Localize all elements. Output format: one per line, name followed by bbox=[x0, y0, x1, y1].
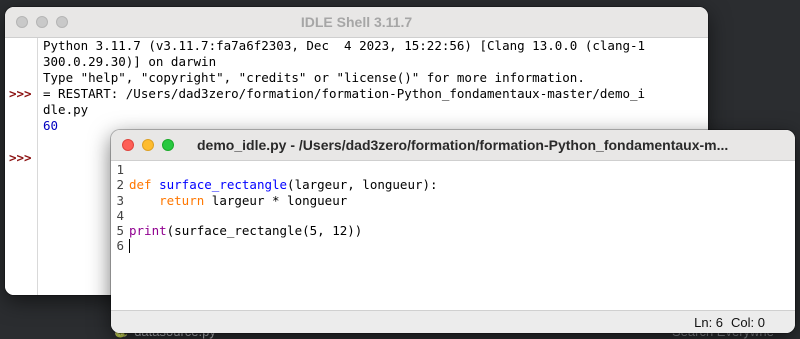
line-number: 3 bbox=[116, 192, 124, 208]
text-cursor bbox=[129, 239, 130, 254]
line-indicator: Ln: 6 bbox=[694, 315, 724, 330]
function-name: surface_rectangle bbox=[159, 177, 288, 193]
line-number: 5 bbox=[116, 223, 124, 239]
line-number: 1 bbox=[116, 162, 124, 177]
print-arguments: (surface_rectangle(5, 12)) bbox=[166, 223, 363, 239]
minimize-button[interactable] bbox=[36, 16, 48, 28]
code-line-3: return largeur * longueur bbox=[129, 193, 438, 208]
shell-line: = RESTART: /Users/dad3zero/formation/for… bbox=[43, 86, 646, 101]
editor-text-area[interactable]: 1 2 3 4 5 6 def surface_rectangle(largeu… bbox=[111, 161, 795, 311]
shell-line: 300.0.29.30)] on darwin bbox=[43, 54, 217, 69]
shell-text: Python 3.11.7 (v3.11.7:fa7a6f2303, Dec 4… bbox=[43, 38, 645, 134]
shell-line: Type "help", "copyright", "credits" or "… bbox=[43, 70, 585, 85]
builtin-print: print bbox=[129, 223, 167, 239]
shell-prompt-gutter: >>> >>> bbox=[5, 38, 38, 295]
shell-prompt: >>> bbox=[9, 150, 32, 165]
shell-window-controls bbox=[16, 16, 68, 28]
function-params: (largeur, longueur): bbox=[287, 177, 438, 193]
column-indicator: Col: 0 bbox=[731, 315, 765, 330]
editor-titlebar[interactable]: demo_idle.py - /Users/dad3zero/formation… bbox=[111, 130, 795, 161]
zoom-button[interactable] bbox=[162, 139, 174, 151]
editor-status-bar: Ln: 6 Col: 0 bbox=[111, 310, 795, 333]
code-content: def surface_rectangle(largeur, longueur)… bbox=[129, 161, 438, 254]
return-expression: largeur * longueur bbox=[204, 192, 348, 208]
keyword-def: def bbox=[129, 177, 152, 193]
code-line-6 bbox=[129, 238, 438, 254]
keyword-return: return bbox=[159, 192, 205, 208]
editor-window: demo_idle.py - /Users/dad3zero/formation… bbox=[111, 130, 795, 333]
zoom-button[interactable] bbox=[56, 16, 68, 28]
line-number: 2 bbox=[116, 177, 124, 193]
shell-title: IDLE Shell 3.11.7 bbox=[300, 14, 413, 30]
cursor-position: Ln: 6 Col: 0 bbox=[686, 315, 765, 330]
shell-line: Python 3.11.7 (v3.11.7:fa7a6f2303, Dec 4… bbox=[43, 38, 646, 53]
line-number-gutter: 1 2 3 4 5 6 bbox=[111, 161, 124, 254]
shell-titlebar[interactable]: IDLE Shell 3.11.7 bbox=[5, 7, 708, 38]
shell-prompt: >>> bbox=[9, 86, 32, 101]
editor-window-controls bbox=[122, 139, 174, 151]
code-line-2: def surface_rectangle(largeur, longueur)… bbox=[129, 177, 438, 192]
line-number: 4 bbox=[116, 207, 124, 223]
shell-line: dle.py bbox=[43, 102, 89, 117]
editor-title: demo_idle.py - /Users/dad3zero/formation… bbox=[197, 137, 729, 153]
line-number: 6 bbox=[116, 238, 124, 254]
code-line-5: print(surface_rectangle(5, 12)) bbox=[129, 223, 438, 238]
minimize-button[interactable] bbox=[142, 139, 154, 151]
close-button[interactable] bbox=[16, 16, 28, 28]
close-button[interactable] bbox=[122, 139, 134, 151]
